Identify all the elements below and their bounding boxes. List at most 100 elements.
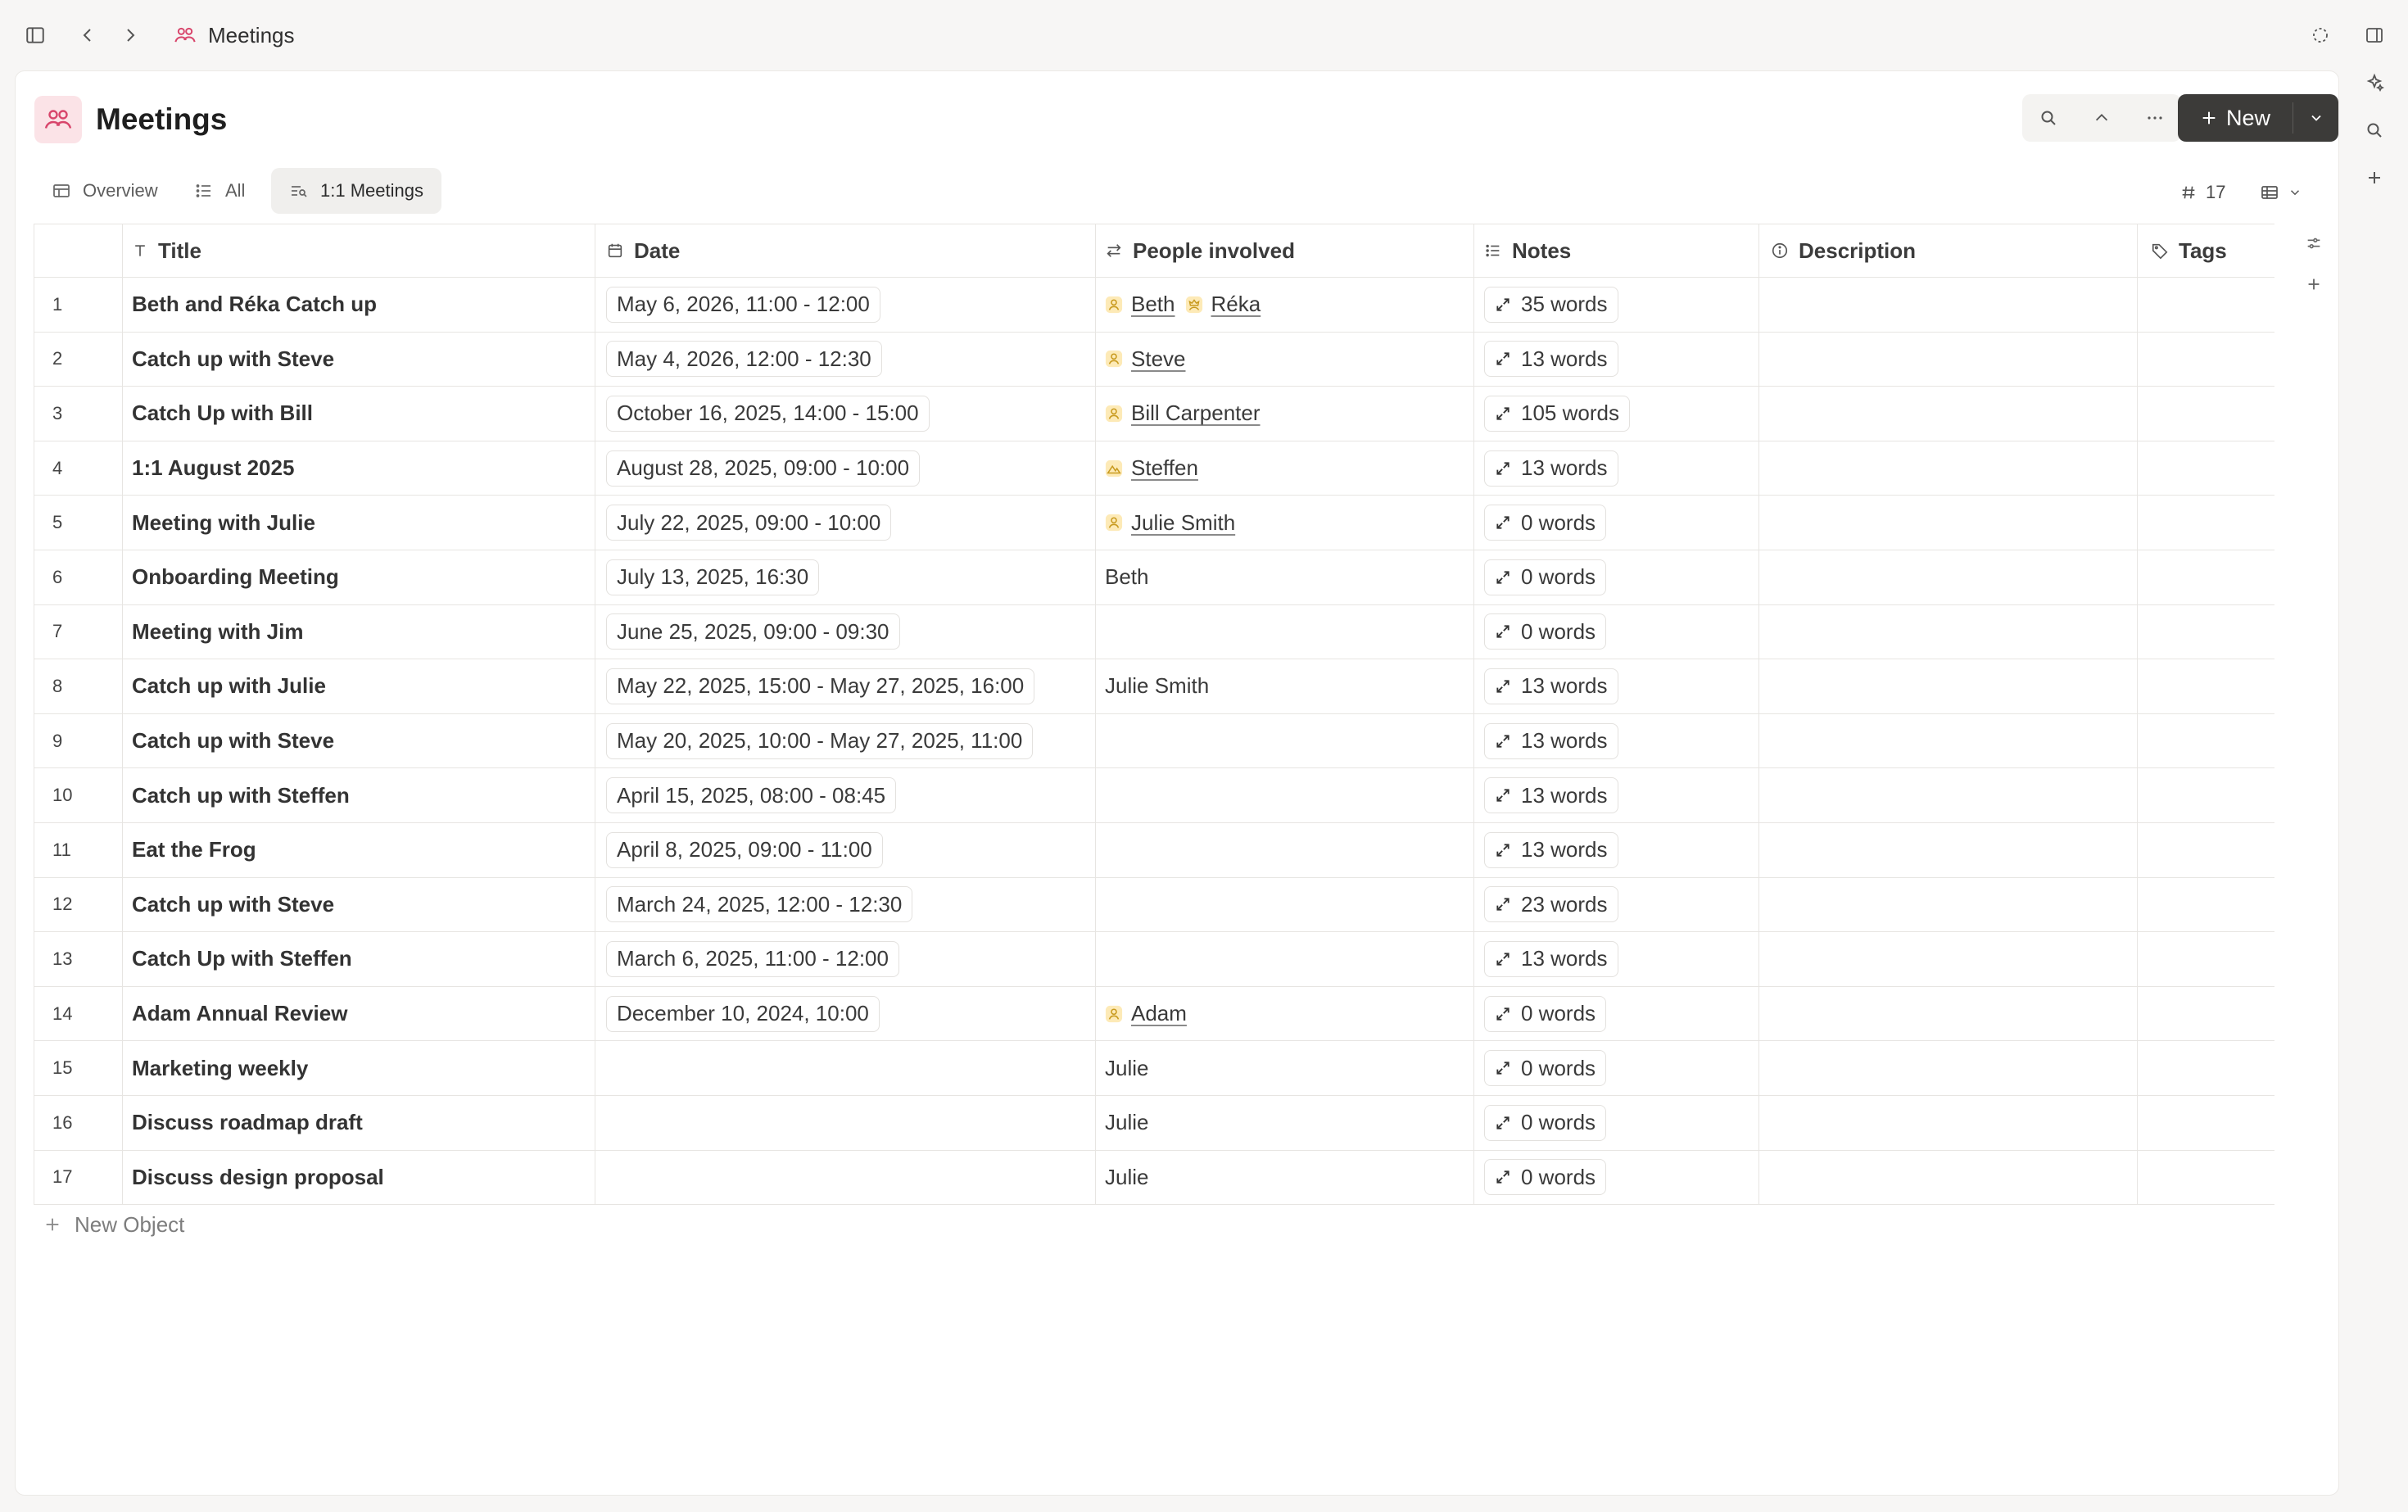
description-cell[interactable] [1759,278,2138,332]
sliders-icon[interactable] [2297,227,2330,260]
notes-cell[interactable]: 0 words [1474,604,1759,659]
description-cell[interactable] [1759,604,2138,659]
tags-cell[interactable] [2138,987,2274,1041]
ai-sparkle-icon[interactable] [2357,66,2392,100]
people-cell[interactable]: Julie Smith [1096,496,1474,550]
notes-cell[interactable]: 35 words [1474,278,1759,332]
sync-status-icon[interactable] [2303,18,2338,52]
date-cell[interactable]: April 15, 2025, 08:00 - 08:45 [595,768,1096,822]
title-cell[interactable]: Beth and Réka Catch up [123,278,595,332]
title-cell[interactable]: Adam Annual Review [123,986,595,1041]
tags-cell[interactable] [2138,333,2274,387]
description-cell[interactable] [1759,822,2138,877]
notes-cell[interactable]: 0 words [1474,1041,1759,1095]
title-cell[interactable]: Eat the Frog [123,822,595,877]
column-header-tags[interactable]: Tags [2138,224,2274,277]
new-object-button[interactable]: New Object [43,1206,184,1243]
tags-cell[interactable] [2138,550,2274,604]
description-cell[interactable] [1759,1095,2138,1150]
notes-chip[interactable]: 13 words [1484,940,1618,977]
table-row[interactable]: 10 Catch up with Steffen April 15, 2025, 0… [34,768,2274,823]
notes-chip[interactable]: 13 words [1484,450,1618,487]
notes-chip[interactable]: 13 words [1484,831,1618,868]
forward-icon[interactable] [113,18,147,52]
chevron-up-icon[interactable] [2082,98,2121,138]
tags-cell[interactable] [2138,1096,2274,1150]
table-row[interactable]: 6 Onboarding Meeting July 13, 2025, 16:30 B… [34,550,2274,605]
date-cell[interactable] [595,1095,1096,1150]
table-row[interactable]: 12 Catch up with Steve March 24, 2025, 12:… [34,877,2274,933]
tags-cell[interactable] [2138,387,2274,441]
people-cell[interactable]: Steve [1096,332,1474,387]
table-row[interactable]: 15 Marketing weekly Julie 0 words [34,1041,2274,1096]
description-cell[interactable] [1759,932,2138,986]
view-settings-button[interactable] [2260,176,2302,209]
people-cell[interactable] [1096,822,1474,877]
notes-chip[interactable]: 35 words [1484,286,1618,323]
tags-cell[interactable] [2138,1041,2274,1095]
person-link[interactable]: Bill Carpenter [1105,401,1261,426]
title-cell[interactable]: Discuss design proposal [123,1150,595,1205]
notes-cell[interactable]: 13 words [1474,822,1759,877]
title-cell[interactable]: Catch up with Steve [123,877,595,932]
notes-cell[interactable]: 23 words [1474,877,1759,932]
title-cell[interactable]: Catch Up with Bill [123,387,595,441]
add-column-icon[interactable] [2297,268,2330,301]
date-cell[interactable]: March 6, 2025, 11:00 - 12:00 [595,932,1096,986]
people-cell[interactable] [1096,768,1474,822]
title-cell[interactable]: Catch Up with Steffen [123,932,595,986]
date-cell[interactable] [595,1150,1096,1205]
breadcrumb[interactable]: Meetings [174,16,295,54]
notes-chip[interactable]: 0 words [1484,613,1607,650]
people-cell[interactable] [1096,604,1474,659]
people-cell[interactable]: Steffen [1096,441,1474,496]
people-cell[interactable] [1096,932,1474,986]
people-cell[interactable]: Julie [1096,1150,1474,1205]
more-options-icon[interactable] [2135,98,2175,138]
people-cell[interactable] [1096,877,1474,932]
table-row[interactable]: 5 Meeting with Julie July 22, 2025, 09:00 … [34,496,2274,550]
notes-chip[interactable]: 0 words [1484,1159,1607,1196]
description-cell[interactable] [1759,877,2138,932]
search-icon[interactable] [2357,113,2392,147]
tags-cell[interactable] [2138,496,2274,550]
table-row[interactable]: 13 Catch Up with Steffen March 6, 2025, 11… [34,932,2274,987]
person-link[interactable]: Steve [1105,346,1186,372]
tab-overview[interactable]: Overview [34,168,176,214]
date-cell[interactable]: July 13, 2025, 16:30 [595,550,1096,604]
title-cell[interactable]: Catch up with Steve [123,332,595,387]
people-cell[interactable]: Beth [1096,550,1474,604]
tab-1-1-meetings[interactable]: 1:1 Meetings [271,168,441,214]
table-row[interactable]: 9 Catch up with Steve May 20, 2025, 10:00 … [34,713,2274,769]
notes-chip[interactable]: 0 words [1484,505,1607,541]
person-link[interactable]: Réka [1185,292,1261,317]
notes-cell[interactable]: 0 words [1474,1095,1759,1150]
tags-cell[interactable] [2138,823,2274,877]
search-icon[interactable] [2029,98,2068,138]
notes-chip[interactable]: 105 words [1484,395,1630,432]
table-row[interactable]: 11 Eat the Frog April 8, 2025, 09:00 - 11:… [34,822,2274,878]
person-link[interactable]: Julie Smith [1105,510,1235,536]
notes-chip[interactable]: 23 words [1484,886,1618,923]
tags-cell[interactable] [2138,878,2274,932]
column-header-title[interactable]: Title [123,224,595,277]
date-cell[interactable] [595,1041,1096,1095]
description-cell[interactable] [1759,332,2138,387]
notes-chip[interactable]: 13 words [1484,777,1618,814]
tags-cell[interactable] [2138,714,2274,768]
description-cell[interactable] [1759,986,2138,1041]
new-button[interactable]: New [2178,94,2293,142]
date-cell[interactable]: July 22, 2025, 09:00 - 10:00 [595,496,1096,550]
tags-cell[interactable] [2138,605,2274,659]
people-cell[interactable]: Bill Carpenter [1096,387,1474,441]
notes-chip[interactable]: 0 words [1484,1050,1607,1087]
people-cell[interactable]: Beth Réka [1096,278,1474,332]
table-row[interactable]: 3 Catch Up with Bill October 16, 2025, 14:… [34,387,2274,441]
notes-cell[interactable]: 0 words [1474,986,1759,1041]
notes-cell[interactable]: 13 words [1474,659,1759,713]
title-cell[interactable]: 1:1 August 2025 [123,441,595,496]
tab-all[interactable]: All [176,168,263,214]
column-header-date[interactable]: Date [595,224,1096,277]
notes-cell[interactable]: 13 words [1474,932,1759,986]
date-cell[interactable]: October 16, 2025, 14:00 - 15:00 [595,387,1096,441]
